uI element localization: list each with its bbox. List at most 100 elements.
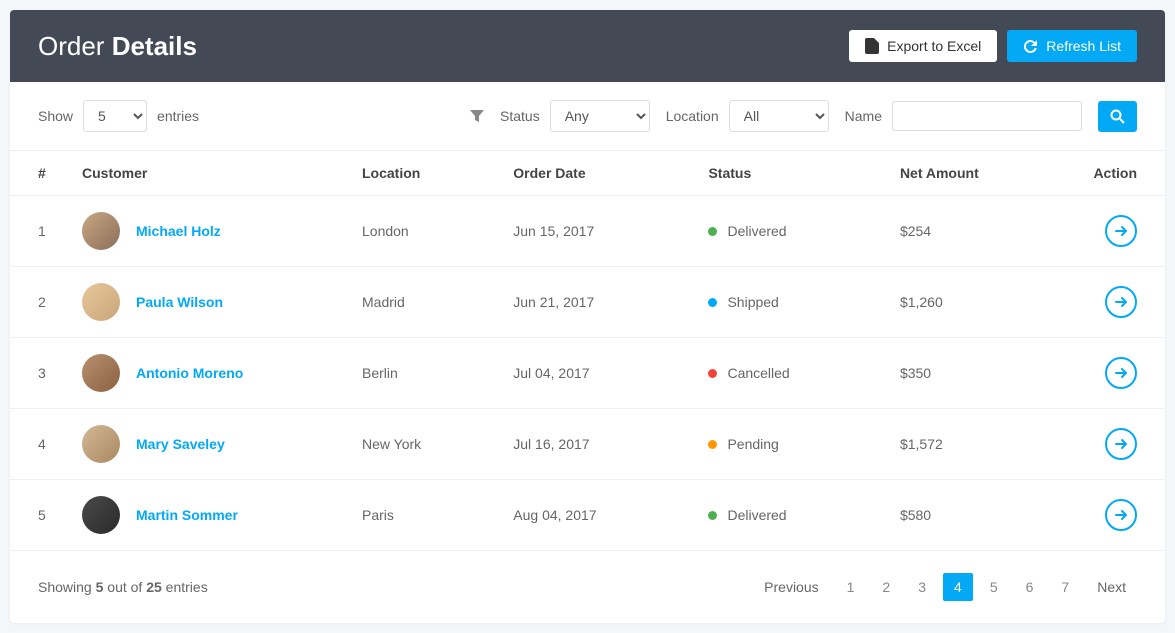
status-dot-icon [708, 440, 717, 449]
row-status: Delivered [708, 507, 875, 523]
arrow-right-icon [1113, 223, 1129, 239]
table-row: 5 Martin Sommer Paris Aug 04, 2017 Deliv… [10, 480, 1165, 551]
row-date: Jun 15, 2017 [501, 196, 696, 267]
table-row: 2 Paula Wilson Madrid Jun 21, 2017 Shipp… [10, 267, 1165, 338]
page-4[interactable]: 4 [943, 573, 973, 601]
status-text: Shipped [727, 294, 778, 310]
results-summary: Showing 5 out of 25 entries [38, 579, 208, 595]
row-amount: $580 [888, 480, 1075, 551]
status-select[interactable]: Any [550, 100, 650, 132]
title-bold: Details [112, 31, 197, 61]
row-date: Jul 04, 2017 [501, 338, 696, 409]
row-location: Berlin [350, 338, 501, 409]
col-location: Location [350, 151, 501, 196]
arrow-right-icon [1113, 365, 1129, 381]
arrow-right-icon [1113, 507, 1129, 523]
location-filter: Location All [666, 100, 829, 132]
col-num: # [10, 151, 70, 196]
customer-link[interactable]: Martin Sommer [136, 507, 238, 523]
entries-label: entries [157, 108, 199, 124]
table-footer: Showing 5 out of 25 entries Previous1234… [10, 551, 1165, 623]
status-text: Cancelled [727, 365, 789, 381]
row-location: New York [350, 409, 501, 480]
row-num: 3 [10, 338, 70, 409]
status-dot-icon [708, 227, 717, 236]
name-filter: Name [845, 101, 1082, 131]
pagination: Previous1234567Next [753, 573, 1137, 601]
refresh-icon [1023, 39, 1038, 54]
name-input[interactable] [892, 101, 1082, 131]
filter-icon[interactable] [470, 109, 484, 123]
export-excel-button[interactable]: Export to Excel [849, 30, 997, 62]
refresh-label: Refresh List [1046, 38, 1121, 54]
row-location: London [350, 196, 501, 267]
table-header-row: # Customer Location Order Date Status Ne… [10, 151, 1165, 196]
row-date: Aug 04, 2017 [501, 480, 696, 551]
avatar [82, 425, 120, 463]
page-6[interactable]: 6 [1015, 573, 1045, 601]
customer-cell: Paula Wilson [82, 283, 338, 321]
avatar [82, 354, 120, 392]
view-action-button[interactable] [1105, 215, 1137, 247]
customer-link[interactable]: Paula Wilson [136, 294, 223, 310]
col-amount: Net Amount [888, 151, 1075, 196]
col-date: Order Date [501, 151, 696, 196]
view-action-button[interactable] [1105, 428, 1137, 460]
show-label: Show [38, 108, 73, 124]
row-status: Cancelled [708, 365, 875, 381]
page-5[interactable]: 5 [979, 573, 1009, 601]
status-text: Delivered [727, 507, 786, 523]
table-row: 1 Michael Holz London Jun 15, 2017 Deliv… [10, 196, 1165, 267]
status-dot-icon [708, 369, 717, 378]
page-title: Order Details [38, 31, 197, 62]
row-location: Paris [350, 480, 501, 551]
col-status: Status [696, 151, 887, 196]
page-previous[interactable]: Previous [753, 573, 829, 601]
search-button[interactable] [1098, 101, 1137, 132]
view-action-button[interactable] [1105, 286, 1137, 318]
table-row: 4 Mary Saveley New York Jul 16, 2017 Pen… [10, 409, 1165, 480]
avatar [82, 212, 120, 250]
customer-cell: Antonio Moreno [82, 354, 338, 392]
customer-link[interactable]: Mary Saveley [136, 436, 225, 452]
filter-bar: Show 5 entries Status Any Location All N… [10, 82, 1165, 151]
row-status: Pending [708, 436, 875, 452]
customer-cell: Michael Holz [82, 212, 338, 250]
page-7[interactable]: 7 [1050, 573, 1080, 601]
customer-link[interactable]: Michael Holz [136, 223, 221, 239]
row-date: Jul 16, 2017 [501, 409, 696, 480]
customer-cell: Martin Sommer [82, 496, 338, 534]
page-3[interactable]: 3 [907, 573, 937, 601]
refresh-list-button[interactable]: Refresh List [1007, 30, 1137, 62]
page-2[interactable]: 2 [871, 573, 901, 601]
row-num: 4 [10, 409, 70, 480]
row-date: Jun 21, 2017 [501, 267, 696, 338]
row-num: 5 [10, 480, 70, 551]
table-row: 3 Antonio Moreno Berlin Jul 04, 2017 Can… [10, 338, 1165, 409]
header-actions: Export to Excel Refresh List [849, 30, 1137, 62]
status-label: Status [500, 108, 540, 124]
orders-table: # Customer Location Order Date Status Ne… [10, 151, 1165, 551]
customer-link[interactable]: Antonio Moreno [136, 365, 243, 381]
view-action-button[interactable] [1105, 499, 1137, 531]
row-amount: $350 [888, 338, 1075, 409]
status-filter: Status Any [500, 100, 650, 132]
arrow-right-icon [1113, 436, 1129, 452]
col-action: Action [1075, 151, 1165, 196]
customer-cell: Mary Saveley [82, 425, 338, 463]
avatar [82, 496, 120, 534]
row-amount: $1,572 [888, 409, 1075, 480]
title-light: Order [38, 31, 112, 61]
status-text: Delivered [727, 223, 786, 239]
location-label: Location [666, 108, 719, 124]
entries-select[interactable]: 5 [83, 100, 147, 132]
status-text: Pending [727, 436, 778, 452]
location-select[interactable]: All [729, 100, 829, 132]
page-1[interactable]: 1 [836, 573, 866, 601]
view-action-button[interactable] [1105, 357, 1137, 389]
col-customer: Customer [70, 151, 350, 196]
file-icon [865, 38, 879, 54]
page-next[interactable]: Next [1086, 573, 1137, 601]
header-bar: Order Details Export to Excel Refresh Li… [10, 10, 1165, 82]
arrow-right-icon [1113, 294, 1129, 310]
